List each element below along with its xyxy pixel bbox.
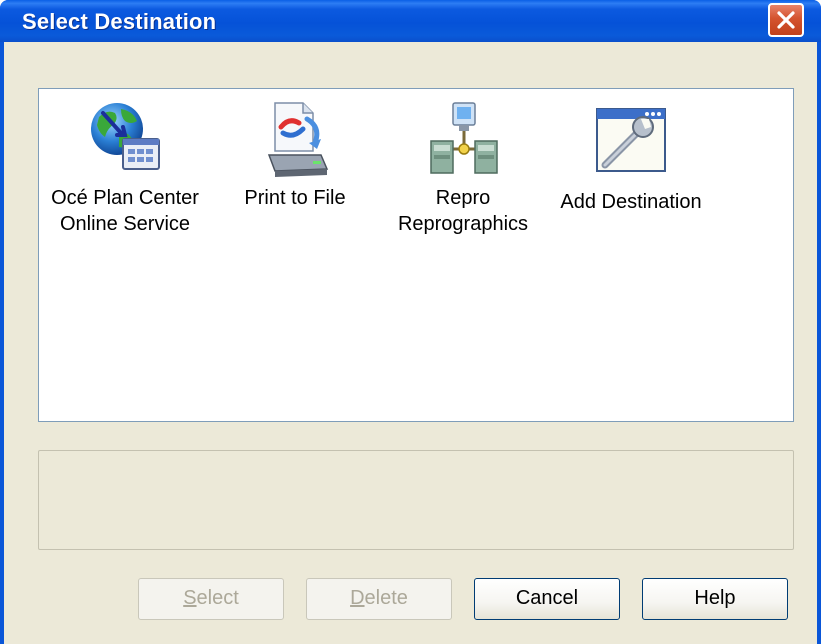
title-bar[interactable]: Select Destination xyxy=(0,0,821,42)
add-window-wrench-icon xyxy=(591,99,671,179)
help-button[interactable]: Help xyxy=(642,578,788,620)
cancel-button[interactable]: Cancel xyxy=(474,578,620,620)
dialog-client-area: Océ Plan Center Online Service Print to … xyxy=(4,42,817,644)
description-panel xyxy=(38,450,794,550)
close-icon xyxy=(777,11,795,29)
destination-label: Océ Plan Center Online Service xyxy=(51,187,199,235)
close-button[interactable] xyxy=(768,3,804,37)
destination-label: Repro Reprographics xyxy=(397,187,529,235)
destination-label: Add Destination xyxy=(560,191,702,213)
print-to-file-icon xyxy=(255,99,335,179)
destination-list[interactable]: Océ Plan Center Online Service Print to … xyxy=(38,88,794,422)
destination-item-print-to-file[interactable]: Print to File xyxy=(215,99,375,211)
delete-button[interactable]: Delete xyxy=(306,578,452,620)
network-printers-icon xyxy=(423,99,503,179)
destination-label: Print to File xyxy=(244,187,346,209)
select-button[interactable]: Select xyxy=(138,578,284,620)
destination-item-oce-plan-center[interactable]: Océ Plan Center Online Service xyxy=(45,99,205,237)
dialog-window: Select Destination Océ Plan Center Onlin… xyxy=(0,0,821,644)
destination-item-add-destination[interactable]: Add Destination xyxy=(551,99,711,215)
dialog-title: Select Destination xyxy=(22,9,217,34)
destination-item-repro[interactable]: Repro Reprographics xyxy=(383,99,543,237)
globe-monitor-icon xyxy=(85,99,165,179)
